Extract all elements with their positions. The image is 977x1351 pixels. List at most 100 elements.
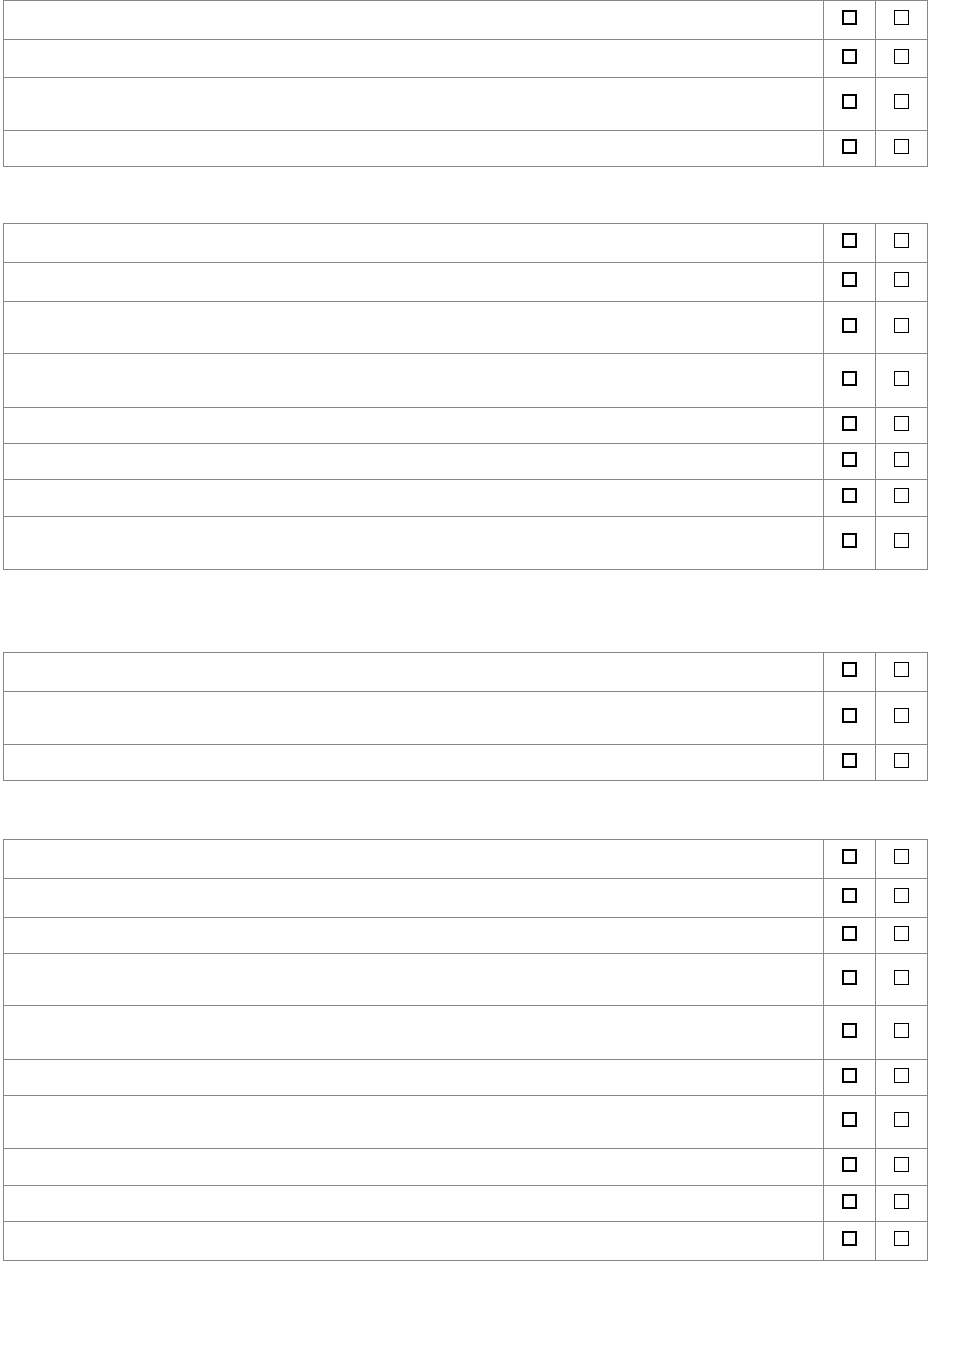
checkbox-cell-2 (876, 408, 928, 444)
checkbox-cell-2 (876, 78, 928, 131)
checkbox-icon[interactable] (894, 488, 909, 503)
checklist-row (4, 1006, 928, 1060)
checkbox-icon[interactable] (842, 139, 857, 154)
checkbox-icon[interactable] (894, 139, 909, 154)
checkbox-cell-2 (876, 1060, 928, 1096)
checkbox-cell-1 (824, 1096, 876, 1149)
checkbox-icon[interactable] (894, 233, 909, 248)
checklist-row (4, 444, 928, 480)
checkbox-cell-2 (876, 40, 928, 78)
checkbox-cell-1 (824, 692, 876, 745)
checkbox-icon[interactable] (894, 533, 909, 548)
checkbox-icon[interactable] (842, 488, 857, 503)
checkbox-icon[interactable] (894, 1194, 909, 1209)
checkbox-icon[interactable] (842, 1231, 857, 1246)
checkbox-icon[interactable] (894, 1231, 909, 1246)
checkbox-cell-1 (824, 954, 876, 1006)
checkbox-icon[interactable] (842, 926, 857, 941)
checkbox-icon[interactable] (842, 1157, 857, 1172)
row-label (4, 692, 824, 745)
checkbox-icon[interactable] (842, 708, 857, 723)
checkbox-cell-2 (876, 354, 928, 408)
checkbox-cell-2 (876, 879, 928, 918)
row-label (4, 745, 824, 781)
checkbox-icon[interactable] (842, 1112, 857, 1127)
checklist-table (3, 839, 928, 1261)
checklist-row (4, 1, 928, 40)
checkbox-icon[interactable] (894, 753, 909, 768)
checkbox-icon[interactable] (842, 94, 857, 109)
checkbox-icon[interactable] (894, 318, 909, 333)
checkbox-cell-2 (876, 653, 928, 692)
row-label (4, 840, 824, 879)
checklist-table-2 (0, 652, 977, 781)
checkbox-cell-1 (824, 78, 876, 131)
checkbox-icon[interactable] (842, 753, 857, 768)
checkbox-icon[interactable] (894, 888, 909, 903)
checkbox-cell-1 (824, 263, 876, 302)
checkbox-icon[interactable] (842, 888, 857, 903)
checkbox-icon[interactable] (894, 1023, 909, 1038)
checkbox-icon[interactable] (842, 318, 857, 333)
checkbox-icon[interactable] (842, 1068, 857, 1083)
checkbox-cell-2 (876, 918, 928, 954)
checkbox-icon[interactable] (842, 49, 857, 64)
row-label (4, 1149, 824, 1186)
row-label (4, 1222, 824, 1261)
checkbox-icon[interactable] (894, 970, 909, 985)
checklist-row (4, 131, 928, 167)
row-label (4, 302, 824, 354)
checkbox-icon[interactable] (894, 416, 909, 431)
checklist-row (4, 1060, 928, 1096)
checkbox-icon[interactable] (842, 233, 857, 248)
checkbox-cell-2 (876, 224, 928, 263)
checkbox-icon[interactable] (894, 708, 909, 723)
checkbox-icon[interactable] (894, 1068, 909, 1083)
checkbox-cell-2 (876, 480, 928, 517)
row-label (4, 444, 824, 480)
checkbox-icon[interactable] (842, 849, 857, 864)
checkbox-icon[interactable] (894, 849, 909, 864)
row-label (4, 918, 824, 954)
row-label (4, 1, 824, 40)
checkbox-icon[interactable] (894, 662, 909, 677)
checkbox-cell-1 (824, 40, 876, 78)
checkbox-icon[interactable] (842, 452, 857, 467)
checkbox-cell-1 (824, 302, 876, 354)
row-label (4, 224, 824, 263)
row-label (4, 131, 824, 167)
checkbox-cell-2 (876, 444, 928, 480)
checkbox-icon[interactable] (894, 371, 909, 386)
checkbox-cell-1 (824, 745, 876, 781)
checkbox-cell-1 (824, 131, 876, 167)
checkbox-icon[interactable] (842, 970, 857, 985)
checkbox-cell-1 (824, 918, 876, 954)
checklist-row (4, 224, 928, 263)
checkbox-icon[interactable] (894, 452, 909, 467)
checkbox-cell-1 (824, 224, 876, 263)
checkbox-icon[interactable] (842, 416, 857, 431)
checklist-table-0 (0, 0, 977, 167)
row-label (4, 78, 824, 131)
checkbox-icon[interactable] (894, 49, 909, 64)
checkbox-icon[interactable] (894, 10, 909, 25)
checkbox-icon[interactable] (842, 10, 857, 25)
checkbox-icon[interactable] (842, 1023, 857, 1038)
checklist-row (4, 1186, 928, 1222)
checkbox-cell-2 (876, 1006, 928, 1060)
checkbox-icon[interactable] (842, 272, 857, 287)
checkbox-icon[interactable] (894, 94, 909, 109)
checkbox-icon[interactable] (842, 533, 857, 548)
checklist-table (3, 223, 928, 570)
checkbox-icon[interactable] (842, 1194, 857, 1209)
checklist-row (4, 1149, 928, 1186)
checkbox-cell-1 (824, 1222, 876, 1261)
checkbox-icon[interactable] (894, 1157, 909, 1172)
checkbox-icon[interactable] (842, 662, 857, 677)
checkbox-icon[interactable] (894, 1112, 909, 1127)
checkbox-icon[interactable] (894, 926, 909, 941)
checkbox-cell-1 (824, 1, 876, 40)
checkbox-icon[interactable] (894, 272, 909, 287)
checkbox-cell-2 (876, 745, 928, 781)
checkbox-icon[interactable] (842, 371, 857, 386)
